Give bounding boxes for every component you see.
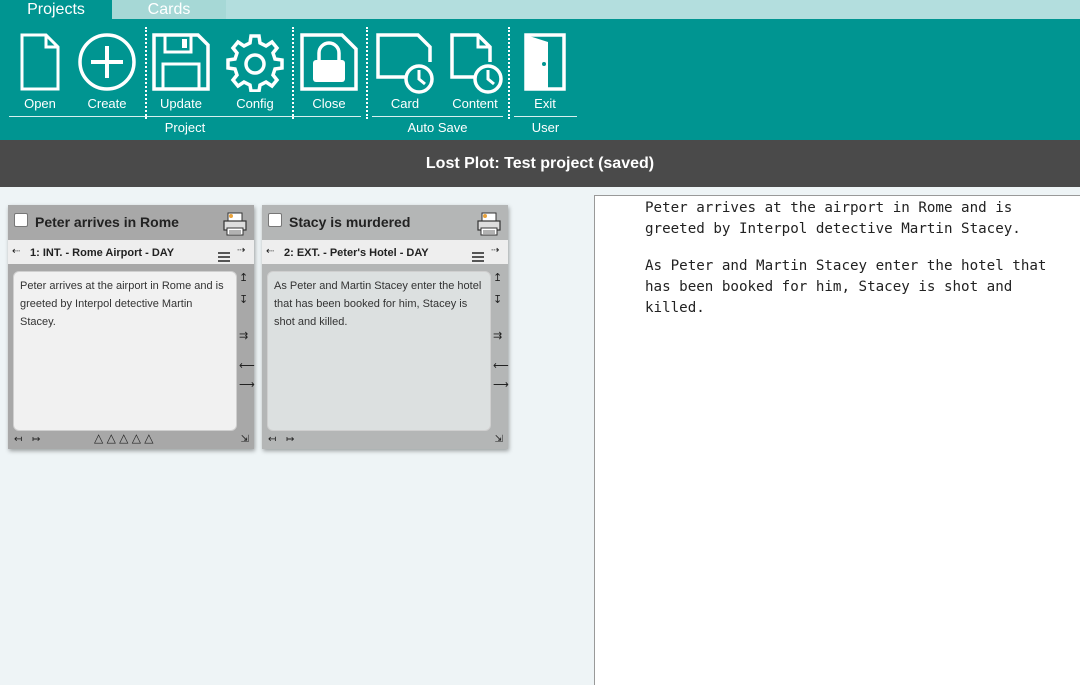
rating-triangles[interactable]: △ △ △ △ △ [94,431,153,445]
door-icon [524,33,566,91]
lock-file-icon [300,33,358,91]
card-select-checkbox[interactable] [268,213,282,227]
open-button[interactable]: Open [14,32,66,114]
shift-right-icon[interactable]: ⟶ [493,378,509,391]
divider [508,27,510,119]
move-right-icon[interactable]: ⇢ [237,245,245,256]
open-label: Open [24,96,56,111]
tab-bar: Projects Cards [0,0,1080,19]
divider [292,27,294,119]
autosave-card-button[interactable]: Card [374,32,436,114]
scene-heading: 2: EXT. - Peter's Hotel - DAY [284,247,429,259]
menu-icon[interactable] [472,249,484,267]
move-down-icon[interactable]: ↧ [493,293,502,306]
close-label: Close [312,96,346,111]
resize-icon[interactable]: ⇲ [495,434,503,445]
move-right-icon[interactable]: ⇢ [491,245,499,256]
tab-cards[interactable]: Cards [112,0,226,19]
plus-circle-icon [78,33,136,91]
scene-card[interactable]: Stacy is murdered ⇠ 2: EXT. - Peter's Ho… [262,205,509,449]
update-button[interactable]: Update [150,32,212,114]
group-divider [9,116,361,117]
expand-icon[interactable]: ↦ [32,434,40,445]
move-end-icon[interactable]: ⇉ [239,329,248,342]
print-icon[interactable] [476,211,502,242]
expand-icon[interactable]: ↦ [286,434,294,445]
group-label-autosave: Auto Save [407,120,468,135]
exit-button[interactable]: Exit [518,32,572,114]
save-icon [152,33,210,91]
timer-file-icon [450,33,503,94]
move-left-icon[interactable]: ⇠ [12,246,20,257]
group-label-user: User [531,120,560,135]
close-button[interactable]: Close [298,32,360,114]
card-title[interactable]: Peter arrives in Rome [35,214,179,230]
scene-heading: 1: INT. - Rome Airport - DAY [30,247,175,259]
menu-icon[interactable] [218,249,230,267]
shift-left-icon[interactable]: ⟵ [239,359,255,372]
exit-label: Exit [534,96,556,111]
move-left-icon[interactable]: ⇠ [266,246,274,257]
preview-paragraph: Peter arrives at the airport in Rome and… [645,200,1021,237]
project-title: Lost Plot: Test project (saved) [0,140,1080,187]
card-select-checkbox[interactable] [14,213,28,227]
move-end-icon[interactable]: ⇉ [493,329,502,342]
divider [366,27,368,119]
script-preview-panel[interactable]: Peter arrives at the airport in Rome and… [594,195,1080,685]
card-label: Card [390,96,420,111]
move-up-icon[interactable]: ↥ [239,271,248,284]
resize-icon[interactable]: ⇲ [241,434,249,445]
divider [145,27,147,119]
shift-left-icon[interactable]: ⟵ [493,359,509,372]
file-icon [20,33,60,91]
print-icon[interactable] [222,211,248,242]
move-down-icon[interactable]: ↧ [239,293,248,306]
config-button[interactable]: Config [224,32,286,114]
timer-file-icon [376,33,434,94]
card-body-text[interactable]: As Peter and Martin Stacey enter the hot… [267,271,491,431]
card-body-text[interactable]: Peter arrives at the airport in Rome and… [13,271,237,431]
group-divider [514,116,577,117]
shrink-icon[interactable]: ↤ [268,434,276,445]
gear-icon [226,34,284,92]
content-label: Content [452,96,498,111]
group-divider [372,116,503,117]
shrink-icon[interactable]: ↤ [14,434,22,445]
ribbon-toolbar: Open Create Update Config Close Card Con… [0,19,1080,140]
config-label: Config [236,96,274,111]
card-title[interactable]: Stacy is murdered [289,214,410,230]
autosave-content-button[interactable]: Content [444,32,506,114]
shift-right-icon[interactable]: ⟶ [239,378,255,391]
update-label: Update [160,96,202,111]
create-label: Create [87,96,127,111]
preview-paragraph: As Peter and Martin Stacey enter the hot… [645,258,1047,316]
tab-projects[interactable]: Projects [0,0,112,19]
group-label-project: Project [164,120,206,135]
create-button[interactable]: Create [76,32,138,114]
move-up-icon[interactable]: ↥ [493,271,502,284]
scene-card[interactable]: Peter arrives in Rome ⇠ 1: INT. - Rome A… [8,205,255,449]
